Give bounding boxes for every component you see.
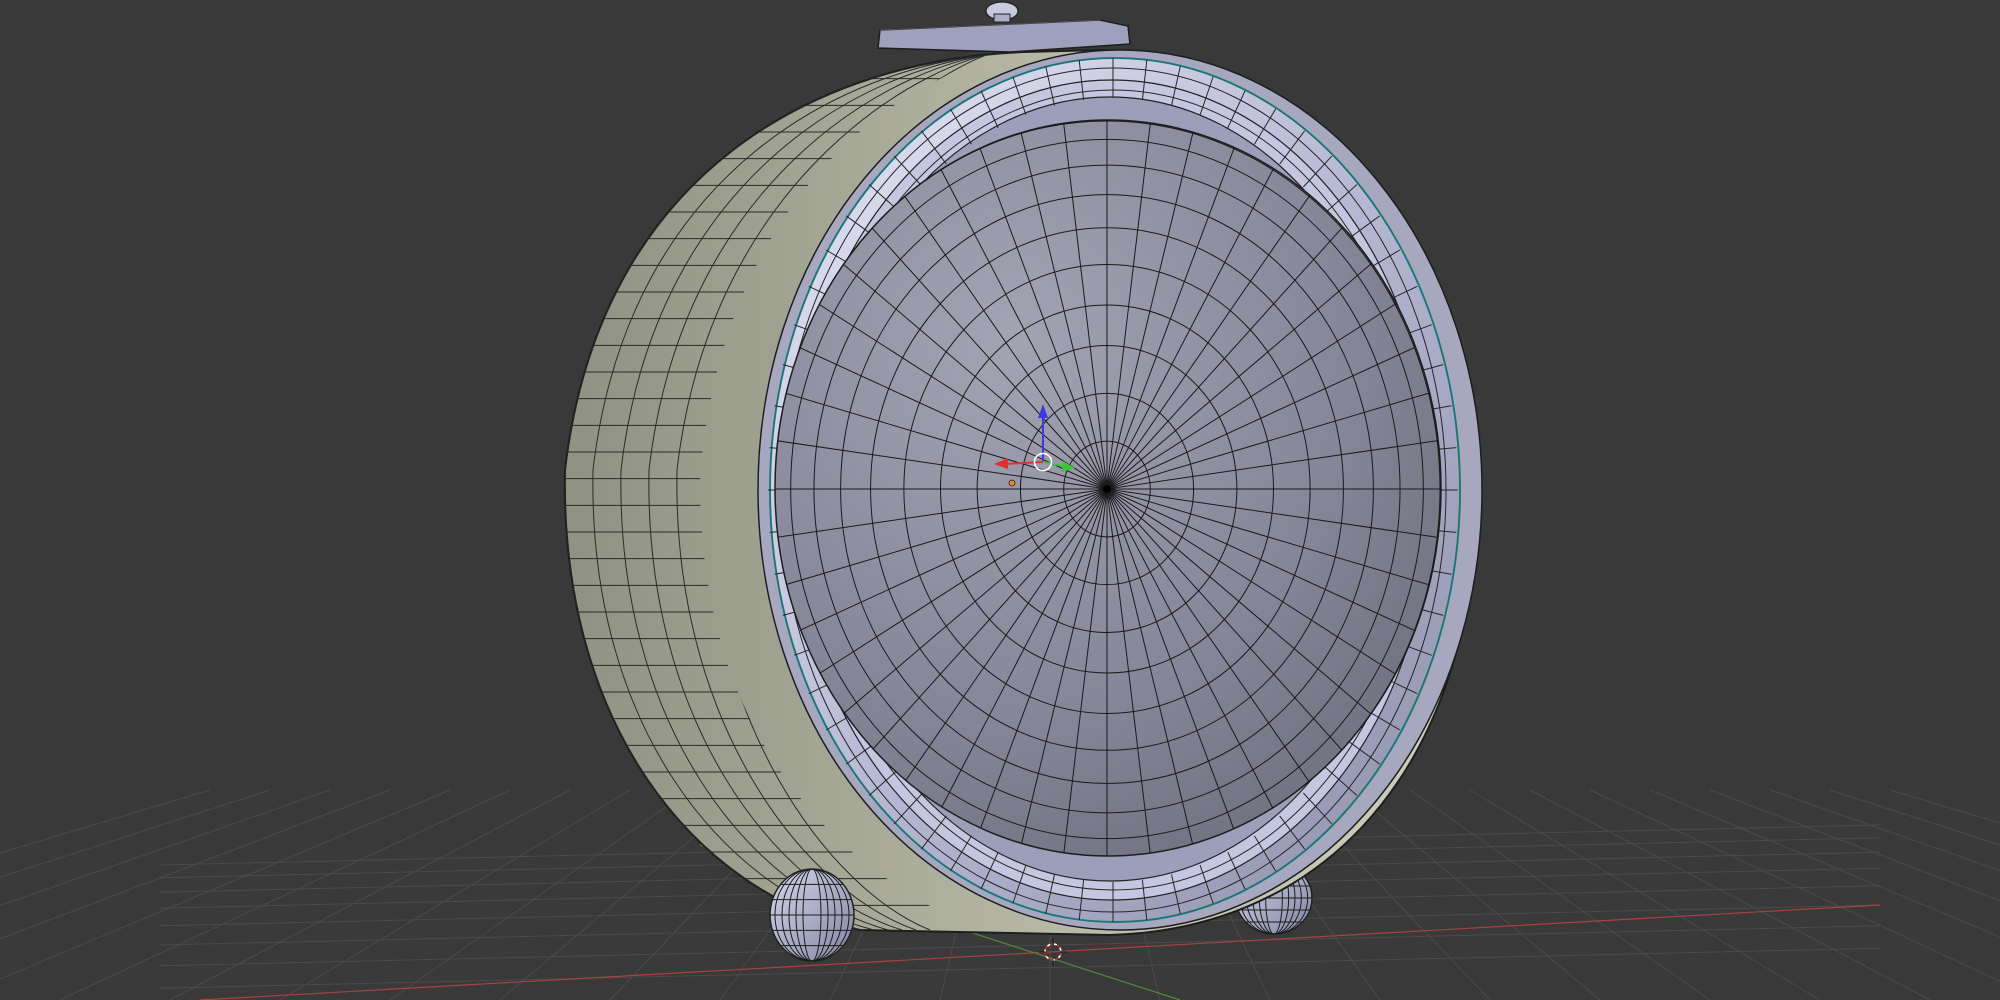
- viewport-scene[interactable]: [0, 0, 2000, 1000]
- clock-leg-left[interactable]: [769, 868, 855, 962]
- object-origin-dot: [1008, 479, 1016, 487]
- face-center-pole: [1103, 485, 1111, 493]
- 3d-viewport[interactable]: [0, 0, 2000, 1000]
- top-button[interactable]: [877, 1, 1131, 53]
